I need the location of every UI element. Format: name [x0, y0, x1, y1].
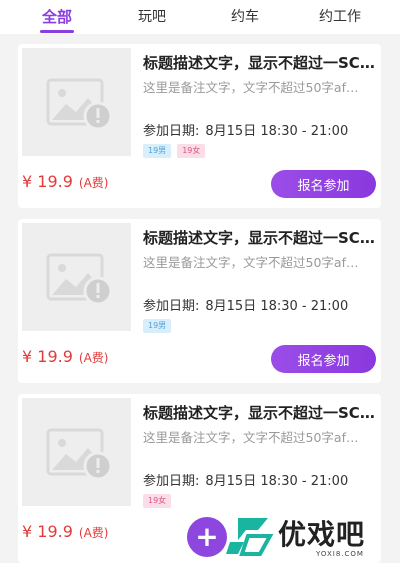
- watermark-logo-icon: [226, 518, 274, 556]
- tag-male: 19男: [143, 319, 172, 333]
- price: ¥ 19.9 (A费): [22, 347, 108, 366]
- card-title: 标题描述文字，显示不超过一SC...: [143, 54, 375, 72]
- card-note: 这里是备注文字，文字不超过50字afaf...: [143, 255, 361, 270]
- card-title: 标题描述文字，显示不超过一SC...: [143, 229, 375, 247]
- date-value: 8月15日 18:30 - 21:00: [205, 474, 349, 489]
- watermark-url: YOXI8.COM: [316, 550, 364, 558]
- date-label: 参加日期:: [143, 474, 200, 489]
- price-fee: (A费): [78, 351, 109, 365]
- price-amount: ¥ 19.9: [22, 347, 73, 366]
- plus-icon: +: [187, 517, 227, 557]
- tag-female: 19女: [177, 144, 206, 158]
- tag-list: 19男: [143, 319, 177, 333]
- tag-female: 19女: [143, 494, 172, 508]
- price-fee: (A费): [78, 176, 109, 190]
- date-label: 参加日期:: [143, 124, 200, 139]
- image-placeholder-icon: [22, 398, 131, 506]
- tab-work[interactable]: 约工作: [319, 6, 361, 26]
- event-date: 参加日期: 8月15日 18:30 - 21:00: [143, 120, 348, 139]
- tag-list: 19女: [143, 494, 177, 508]
- tab-all[interactable]: 全部: [42, 6, 72, 27]
- image-placeholder-icon: [22, 48, 131, 156]
- event-card[interactable]: 标题描述文字，显示不超过一SC... 这里是备注文字，文字不超过50字afaf.…: [18, 44, 381, 208]
- price-amount: ¥ 19.9: [22, 522, 73, 541]
- event-date: 参加日期: 8月15日 18:30 - 21:00: [143, 295, 348, 314]
- price-fee: (A费): [78, 526, 109, 540]
- join-button[interactable]: 报名参加: [271, 170, 376, 198]
- tab-bar: 全部 玩吧 约车 约工作: [0, 0, 400, 34]
- tab-play[interactable]: 玩吧: [138, 6, 166, 26]
- tag-list: 19男 19女: [143, 144, 211, 158]
- tag-male: 19男: [143, 144, 172, 158]
- image-placeholder-icon: [22, 223, 131, 331]
- event-date: 参加日期: 8月15日 18:30 - 21:00: [143, 470, 348, 489]
- event-card[interactable]: 标题描述文字，显示不超过一SC... 这里是备注文字，文字不超过50字afaf.…: [18, 219, 381, 383]
- join-button[interactable]: 报名参加: [271, 345, 376, 373]
- card-note: 这里是备注文字，文字不超过50字afaf...: [143, 80, 361, 95]
- active-tab-indicator: [40, 30, 74, 33]
- card-note: 这里是备注文字，文字不超过50字afaf...: [143, 430, 361, 445]
- date-value: 8月15日 18:30 - 21:00: [205, 299, 349, 314]
- date-label: 参加日期:: [143, 299, 200, 314]
- price: ¥ 19.9 (A费): [22, 172, 108, 191]
- card-title: 标题描述文字，显示不超过一SC...: [143, 404, 375, 422]
- watermark-text: 优戏吧: [278, 518, 366, 551]
- price: ¥ 19.9 (A费): [22, 522, 108, 541]
- tab-ride[interactable]: 约车: [231, 6, 259, 26]
- date-value: 8月15日 18:30 - 21:00: [205, 124, 349, 139]
- price-amount: ¥ 19.9: [22, 172, 73, 191]
